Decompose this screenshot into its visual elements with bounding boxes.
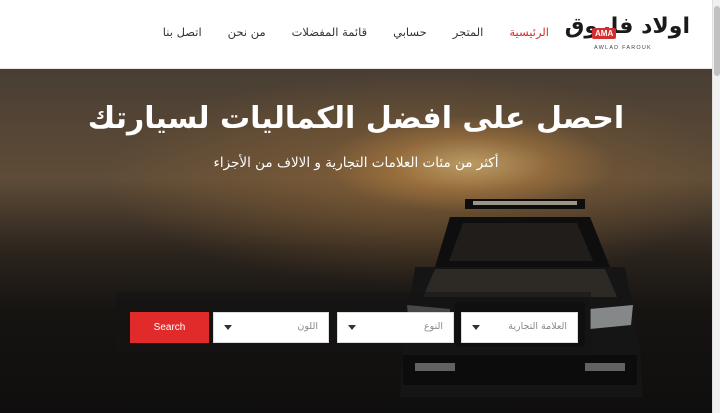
chevron-down-icon: [224, 325, 232, 330]
brand-select-label: العلامة التجارية: [508, 321, 567, 332]
nav-about[interactable]: من نحن: [228, 25, 266, 39]
scrollbar-thumb[interactable]: [714, 6, 720, 76]
nav-my-account[interactable]: حسابي: [393, 25, 427, 39]
color-select-label: اللون: [297, 321, 318, 332]
type-select-label: النوع: [424, 321, 443, 332]
hero-subtitle: أكثر من مئات العلامات التجارية و الالاف …: [213, 155, 499, 171]
color-select[interactable]: اللون: [213, 312, 329, 343]
chevron-down-icon: [348, 325, 356, 330]
hero-title: احصل على افضل الكماليات لسيارتك: [87, 101, 625, 136]
site-header: اولاد فاروق AMA AWLAD FAROUK الرئيسية ال…: [0, 0, 712, 69]
type-select[interactable]: النوع: [337, 312, 454, 343]
nav-wishlist[interactable]: قائمة المفضلات: [292, 25, 368, 39]
page-scrollbar[interactable]: [712, 0, 720, 413]
search-button[interactable]: Search: [130, 312, 209, 343]
logo-text-english: AWLAD FAROUK: [594, 45, 652, 51]
logo-badge: AMA: [592, 28, 617, 39]
brand-select[interactable]: العلامة التجارية: [461, 312, 578, 343]
logo-text-arabic: اولاد فاروق: [564, 14, 691, 39]
nav-shop[interactable]: المتجر: [453, 25, 484, 39]
nav-home[interactable]: الرئيسية: [509, 25, 549, 39]
nav-contact[interactable]: اتصل بنا: [163, 25, 202, 39]
main-nav: الرئيسية المتجر حسابي قائمة المفضلات من …: [163, 25, 549, 39]
chevron-down-icon: [472, 325, 480, 330]
site-logo[interactable]: اولاد فاروق AMA AWLAD FAROUK: [565, 12, 691, 56]
